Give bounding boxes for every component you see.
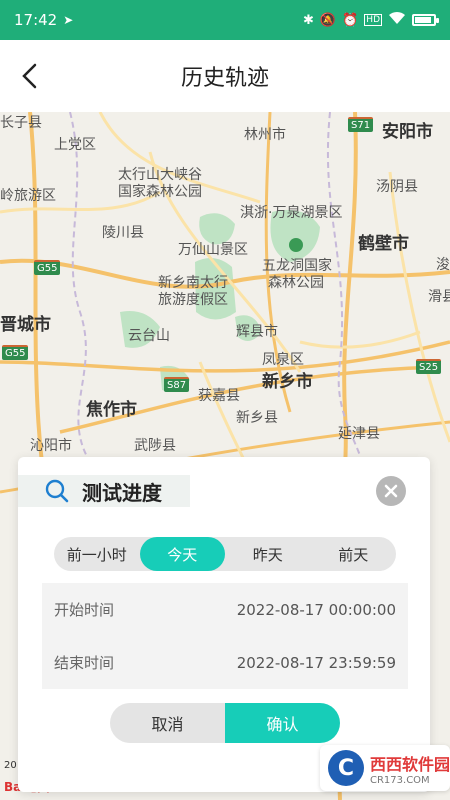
device-search[interactable]: 测试进度 [18,475,190,507]
start-time-label: 开始时间 [54,601,115,619]
map-label: 辉县市 [236,324,278,340]
map-label: 凤泉区 [262,352,304,368]
highway-badge: S71 [348,117,374,132]
end-time-label: 结束时间 [54,654,115,672]
map-label: 林州市 [244,127,286,143]
tab-yesterday[interactable]: 昨天 [225,537,311,571]
bluetooth-icon: ✱ [303,12,314,28]
map-label: 武陟县 [134,438,176,454]
device-name: 测试进度 [82,480,162,505]
map-label: 旅游度假区 [158,292,228,308]
watermark-site: CR173.COM [370,774,430,786]
map-label: 万仙山景区 [178,242,248,258]
map-label: 太行山大峡谷 [118,167,202,183]
map-label: 长子县 [0,115,42,131]
map-scale: 20 [4,760,17,771]
battery-icon [412,14,439,26]
map-label: 汤阴县 [376,179,418,195]
map-label: 延津县 [338,426,380,442]
search-icon [45,479,69,503]
map-label: 焦作市 [86,400,137,420]
map-label: 森林公园 [268,275,324,291]
tab-last-hour[interactable]: 前一小时 [54,537,140,571]
app-header: 历史轨迹 [0,40,450,112]
status-time: 17:42 [14,11,58,29]
close-button[interactable] [376,476,406,506]
map-label: 鹤壁市 [358,234,409,254]
map-label: 五龙洞国家 [262,258,332,274]
map-label: 国家森林公园 [118,184,202,200]
start-time-row[interactable]: 开始时间 2022-08-17 00:00:00 [42,583,408,636]
map-label: 新乡县 [236,410,278,426]
map-label: 新乡南太行 [158,275,228,291]
map-label: 获嘉县 [198,388,240,404]
track-query-panel: 测试进度 前一小时 今天 昨天 前天 开始时间 2022-08-17 00:00… [18,457,430,792]
highway-badge: G55 [34,260,61,275]
hd-badge: HD [364,14,382,26]
location-arrow-icon: ➤ [63,13,74,27]
end-time-value[interactable]: 2022-08-17 23:59:59 [237,654,396,672]
watermark-logo: C [328,750,364,786]
close-icon [384,484,398,498]
status-icons: ✱ 🔕 ⏰ HD [303,11,439,29]
start-time-value[interactable]: 2022-08-17 00:00:00 [237,601,396,619]
back-button[interactable] [12,58,48,94]
map-label: 沁阳市 [30,438,72,454]
highway-badge: G55 [2,345,29,360]
highway-badge: S87 [164,377,190,392]
mute-icon: 🔕 [319,12,337,28]
map-label: 陵川县 [102,225,144,241]
map-label: 云台山 [128,328,170,344]
cancel-button[interactable]: 取消 [110,703,225,743]
action-buttons: 取消 确认 [110,703,340,743]
time-fields: 开始时间 2022-08-17 00:00:00 结束时间 2022-08-17… [42,583,408,689]
map-label: 上党区 [54,137,96,153]
map-label: 滑县 [428,289,450,305]
map-label: 岭旅游区 [0,188,56,204]
confirm-button[interactable]: 确认 [225,703,340,743]
chevron-left-icon [22,63,37,89]
tab-day-before[interactable]: 前天 [311,537,397,571]
tab-today[interactable]: 今天 [139,537,225,571]
highway-badge: S25 [416,359,442,374]
watermark-name: 西西软件园 [370,754,450,774]
page-title: 历史轨迹 [180,66,269,91]
wifi-icon [388,11,406,29]
alarm-icon: ⏰ [342,12,359,28]
map-label: 新乡市 [262,372,313,392]
map-label: 浚 [436,257,450,273]
time-range-selector: 前一小时 今天 昨天 前天 [54,537,396,571]
end-time-row[interactable]: 结束时间 2022-08-17 23:59:59 [42,636,408,689]
watermark: C 西西软件园 CR173.COM [320,745,450,791]
map-label: 安阳市 [382,122,433,142]
status-bar: 17:42 ➤ ✱ 🔕 ⏰ HD [0,0,450,40]
map-label: 晋城市 [0,315,51,335]
map-label: 淇浙·万泉湖景区 [240,205,343,221]
